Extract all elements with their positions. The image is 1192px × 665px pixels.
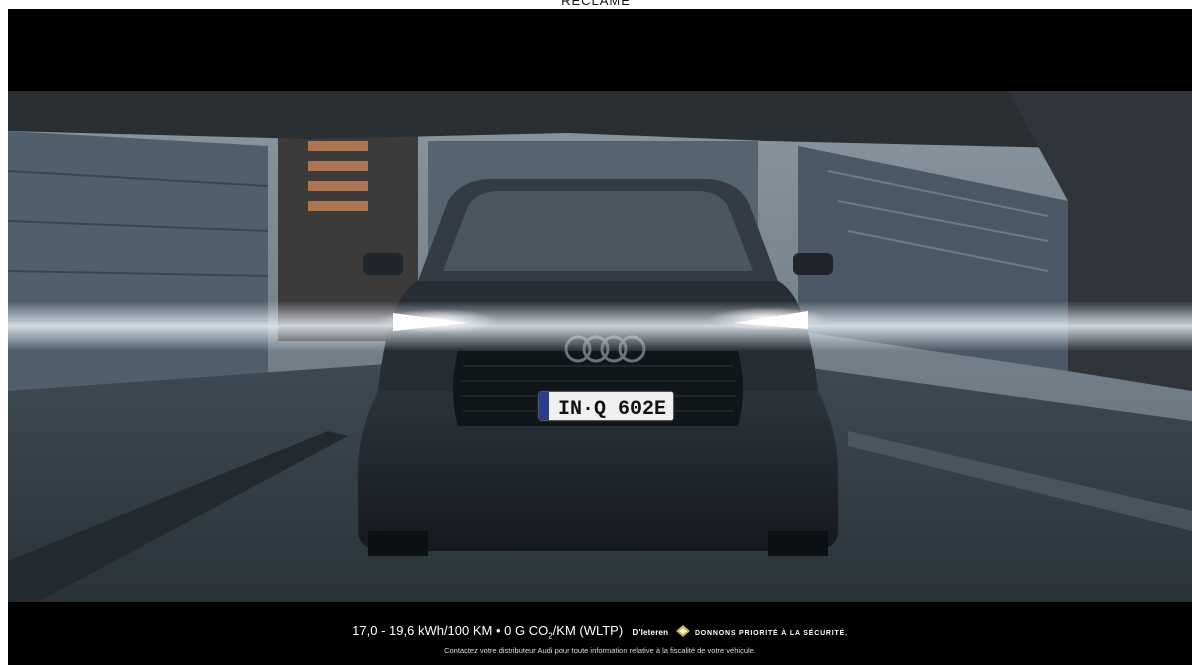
dealer-logo: D'Ieteren [632,628,669,637]
spec-suffix: /KM (WLTP) [552,623,624,638]
legal-notice: Contactez votre distributeur Audi pour t… [444,646,756,655]
video-player[interactable]: IN·Q 602E 17,0 - 19,6 kWh/100 KM • 0 G C… [8,9,1192,665]
video-frame: IN·Q 602E [8,91,1192,602]
ad-disclaimer-bar: 17,0 - 19,6 kWh/100 KM • 0 G CO2/KM (WLT… [8,602,1192,665]
emission-spec: 17,0 - 19,6 kWh/100 KM • 0 G CO2/KM (WLT… [8,624,1192,643]
diamond-icon [675,625,690,637]
license-plate-text: IN·Q 602E [558,398,666,421]
spec-prefix: 17,0 - 19,6 kWh/100 KM • 0 G CO [352,623,549,638]
safety-slogan: Donnons priorité à la sécurité. [694,630,848,637]
license-plate: IN·Q 602E [537,390,675,422]
ad-label: RECLAME [561,0,631,8]
